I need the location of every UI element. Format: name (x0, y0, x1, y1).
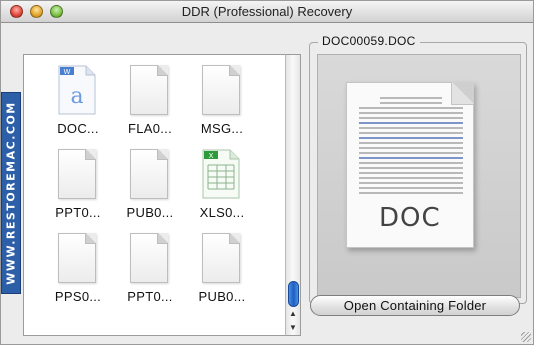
file-name: PPT0... (55, 205, 101, 220)
file-item[interactable]: PPS0... (42, 233, 114, 317)
file-item[interactable]: PPT0... (42, 149, 114, 233)
recovered-files-list[interactable]: W a DOC... FLA0... MSG... PPT0... PUB0..… (23, 54, 301, 336)
file-list-scrollbar[interactable]: ▲ ▼ (285, 54, 301, 336)
blank-file-icon (58, 149, 96, 199)
preview-filename: DOC00059.DOC (318, 34, 420, 48)
restoremac-watermark: WWW.RESTOREMAC.COM (1, 92, 21, 294)
watermark-text: WWW.RESTOREMAC.COM (4, 101, 18, 285)
svg-text:X: X (209, 152, 214, 160)
scroll-up-arrow-icon[interactable]: ▲ (286, 307, 300, 321)
file-name: MSG... (200, 121, 244, 136)
window-title: DDR (Professional) Recovery (181, 4, 353, 19)
file-name: PUB0... (126, 205, 174, 220)
blank-file-icon (130, 233, 168, 283)
file-name: PPT0... (127, 289, 173, 304)
document-preview-icon: DOC (346, 82, 474, 248)
file-item[interactable]: PUB0... (186, 233, 258, 317)
scrollbar-thumb[interactable] (288, 281, 299, 307)
app-window: DDR (Professional) Recovery WWW.RESTOREM… (0, 0, 534, 345)
file-name: FLA0... (127, 121, 172, 136)
file-name: PPS0... (54, 289, 102, 304)
file-item[interactable]: MSG... (186, 65, 258, 149)
blank-file-icon (58, 233, 96, 283)
resize-grip-icon[interactable] (521, 332, 531, 342)
spreadsheet-icon: X (202, 149, 240, 199)
blank-file-icon (202, 233, 240, 283)
document-type-badge: DOC (379, 203, 441, 233)
svg-text:W: W (64, 68, 71, 76)
scroll-down-arrow-icon[interactable]: ▼ (286, 321, 300, 335)
file-name: XLS0... (199, 205, 245, 220)
word-document-icon: W a (58, 65, 96, 115)
file-item[interactable]: PPT0... (114, 233, 186, 317)
open-containing-folder-button[interactable]: Open Containing Folder (310, 295, 520, 316)
file-item[interactable]: X XLS0... (186, 149, 258, 233)
document-text-lines (359, 97, 463, 197)
file-item[interactable]: W a DOC... (42, 65, 114, 149)
title-bar: DDR (Professional) Recovery (1, 1, 533, 23)
main-content: WWW.RESTOREMAC.COM W a DOC... FLA0... MS… (1, 24, 533, 344)
blank-file-icon (130, 149, 168, 199)
file-item[interactable]: PUB0... (114, 149, 186, 233)
svg-text:a: a (70, 84, 83, 109)
blank-file-icon (130, 65, 168, 115)
file-name: DOC... (57, 121, 99, 136)
file-name: PUB0... (198, 289, 246, 304)
blank-file-icon (202, 65, 240, 115)
file-item[interactable]: FLA0... (114, 65, 186, 149)
